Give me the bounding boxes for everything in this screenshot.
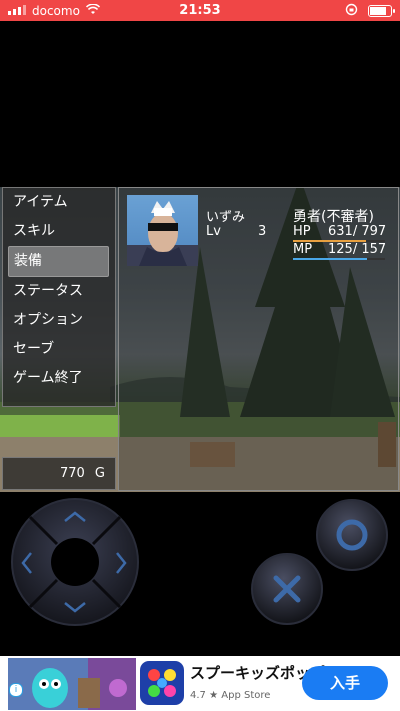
ad-rating-row: 4.7 ★ App Store [190,690,270,701]
menu-item-options[interactable]: オプション [3,306,115,335]
dpad-left-icon[interactable] [20,550,34,576]
menu-item-skill[interactable]: スキル [3,217,115,246]
hp-value: 631/ 797 [328,224,387,239]
menu-item-save[interactable]: セーブ [3,335,115,364]
mp-bar-fill [293,258,367,260]
rotation-lock-icon [345,3,358,19]
carrier-label: docomo [32,3,80,18]
status-left: docomo [0,2,101,18]
ad-game-art [8,658,136,710]
gold-unit: G [94,466,105,481]
mp-label: MP [293,242,313,257]
menu-item-status[interactable]: ステータス [3,277,115,306]
command-menu: アイテム スキル 装備 ステータス オプション セーブ ゲーム終了 [2,187,116,407]
actor-name: いずみ [206,210,246,225]
wifi-icon [85,2,101,18]
hp-label: HP [293,224,311,239]
ad-app-icon [140,661,184,705]
dpad-up-icon[interactable] [62,510,88,524]
ad-rating: 4.7 [190,690,206,701]
menu-item-game-end[interactable]: ゲーム終了 [3,364,115,393]
dpad-right-icon[interactable] [114,550,128,576]
signal-icon [8,4,26,18]
ad-info-icon[interactable]: i [9,683,23,697]
cross-button[interactable] [250,552,324,626]
actor-class: 勇者(不審者) [293,209,374,225]
face-art [127,201,198,266]
level-value: 3 [258,224,267,239]
star-icon: ★ [209,690,219,701]
ad-banner[interactable]: i スプーキッズポップ 4.7 ★ App Store 入手 [0,656,400,711]
menu-item-item[interactable]: アイテム [3,188,115,217]
menu-item-equip[interactable]: 装備 [8,246,109,277]
ad-get-button[interactable]: 入手 [302,666,388,700]
gold-amount: 770 [59,466,85,481]
battery-icon [368,4,395,17]
circle-button[interactable] [315,498,389,572]
ad-store: App Store [221,690,271,701]
dpad-down-icon[interactable] [62,600,88,614]
level-label: Lv [206,224,221,239]
gold-window: 770 G [2,457,116,490]
actor-face [127,195,198,266]
status-bar: docomo 21:53 [0,0,400,21]
status-right [345,3,395,19]
mp-value: 125/ 157 [328,242,387,257]
